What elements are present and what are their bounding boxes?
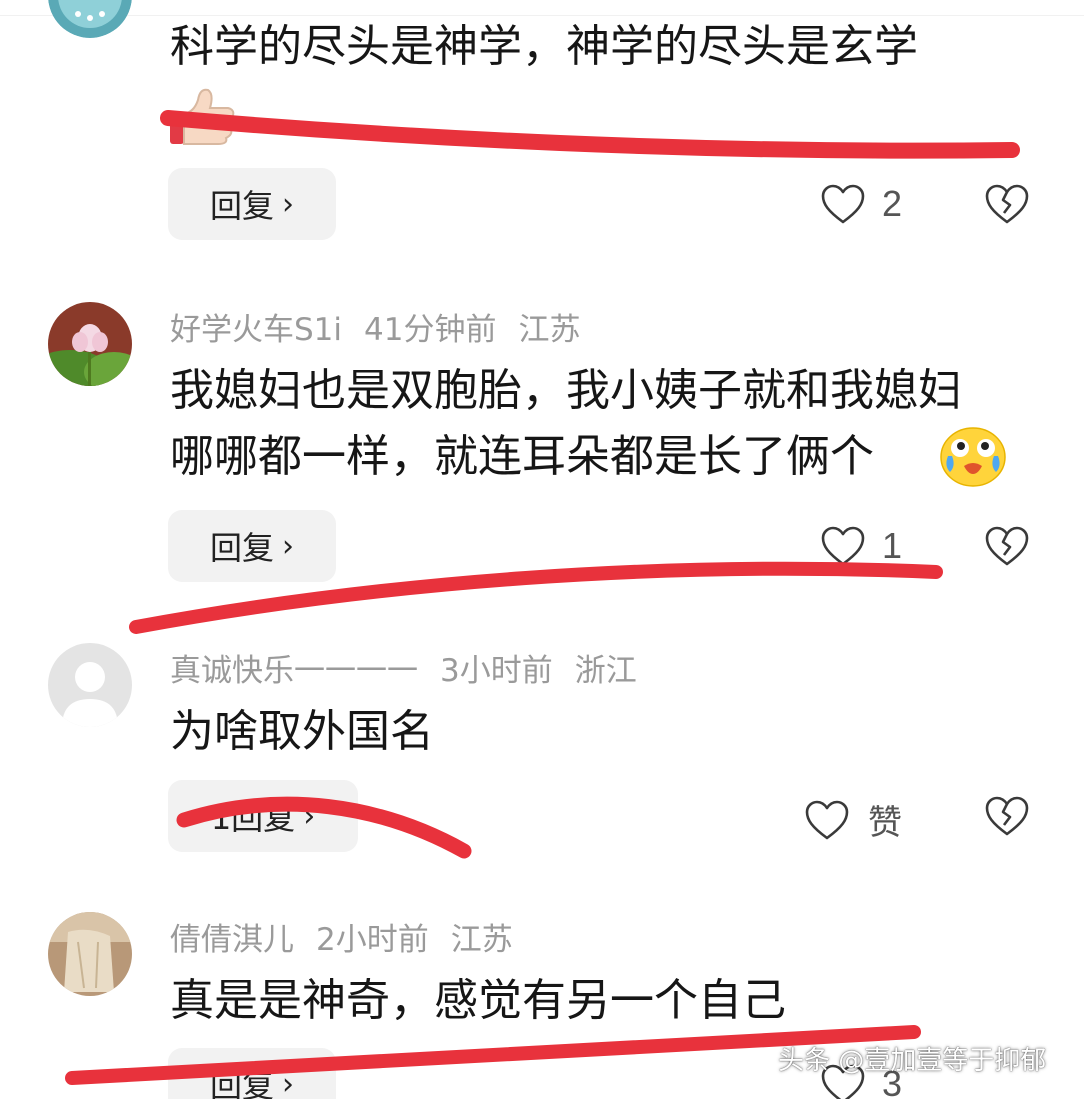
dislike-button[interactable] (984, 795, 1030, 837)
reply-label: 回复 (209, 1067, 274, 1099)
broken-heart-icon (985, 796, 1029, 836)
chevron-right-icon: › (282, 186, 294, 222)
watermark: 头条 @壹加壹等于抑郁 (778, 1046, 1047, 1076)
heart-outline-icon (805, 800, 849, 839)
broken-heart-icon (985, 184, 1029, 224)
like-button[interactable]: 1 (820, 525, 902, 567)
like-label: 赞 (868, 803, 902, 843)
like-count: 1 (882, 525, 903, 566)
reply-button[interactable]: 回复 › (168, 510, 336, 582)
avatar[interactable] (48, 0, 132, 38)
broken-heart-icon (985, 526, 1029, 566)
heart-outline-icon (821, 526, 865, 566)
dislike-button[interactable] (984, 525, 1030, 567)
heart-outline-icon (821, 184, 865, 224)
timestamp: 41分钟前 (364, 312, 497, 348)
comment-text: 真是是神奇，感觉有另一个自己 (170, 968, 786, 1034)
location: 江苏 (450, 922, 513, 958)
like-button[interactable]: 2 (820, 183, 902, 225)
comment-meta: 倩倩淇儿 2小时前 江苏 (170, 914, 535, 959)
comment-text: 为啥取外国名 (170, 699, 434, 765)
comment-text: 我媳妇也是双胞胎，我小姨子就和我媳妇 哪哪都一样，就连耳朵都是长了俩个 (170, 358, 962, 490)
comment-meta: 好学火车S1i 41分钟前 江苏 (170, 304, 602, 349)
avatar[interactable] (48, 302, 132, 386)
reply-button[interactable]: 1回复 › (168, 780, 358, 852)
username[interactable]: 倩倩淇儿 (170, 922, 294, 958)
location: 江苏 (518, 312, 581, 348)
comment-line: 我媳妇也是双胞胎，我小姨子就和我媳妇 (170, 365, 962, 416)
comment-feed: 科学的尽头是神学，神学的尽头是玄学 回复 › 2 好学火车S1i 41分钟前 江… (0, 0, 1084, 1099)
chevron-right-icon: › (303, 798, 316, 834)
reply-label: 1回复 (210, 799, 296, 837)
reply-button[interactable]: 回复 › (168, 168, 336, 240)
red-annotation-strokes (65, 110, 1020, 1085)
timestamp: 2小时前 (316, 922, 429, 958)
comment-line: 科学的尽头是神学，神学的尽头是玄学 (170, 21, 918, 72)
username[interactable]: 好学火车S1i (170, 312, 342, 348)
crying-face-emoji-icon (940, 426, 1006, 492)
like-button[interactable]: 赞 (804, 795, 902, 844)
dislike-button[interactable] (984, 183, 1030, 225)
location: 浙江 (574, 653, 637, 689)
like-count: 2 (882, 183, 903, 224)
reply-label: 回复 (209, 529, 274, 567)
comment-line: 真是是神奇，感觉有另一个自己 (170, 975, 786, 1026)
chevron-right-icon: › (282, 1066, 294, 1099)
comment-meta: 真诚快乐一一一一 3小时前 浙江 (170, 645, 659, 690)
username[interactable]: 真诚快乐一一一一 (170, 653, 418, 689)
comment-line: 哪哪都一样，就连耳朵都是长了俩个 (170, 431, 874, 482)
reply-label: 回复 (209, 187, 274, 225)
thumbs-up-emoji-icon (168, 84, 238, 152)
avatar[interactable] (48, 912, 132, 996)
reply-button[interactable]: 回复 › (168, 1048, 336, 1099)
avatar[interactable] (48, 643, 132, 727)
timestamp: 3小时前 (440, 653, 553, 689)
comment-text: 科学的尽头是神学，神学的尽头是玄学 (170, 14, 918, 80)
comment-line: 为啥取外国名 (170, 706, 434, 757)
chevron-right-icon: › (282, 528, 294, 564)
